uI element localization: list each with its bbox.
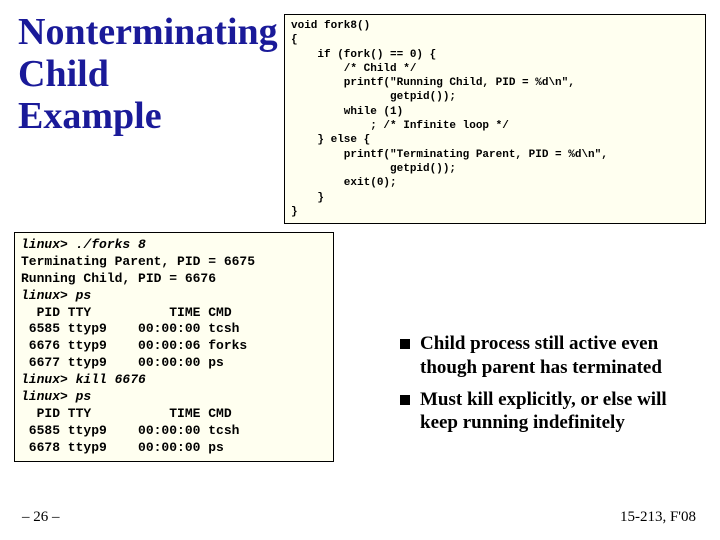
bullet-item: Must kill explicitly, or else will keep … bbox=[400, 388, 700, 436]
slide: Nonterminating Child Example void fork8(… bbox=[0, 0, 720, 540]
terminal-line: linux> ps bbox=[21, 288, 91, 303]
terminal-line: 6678 ttyp9 00:00:00 ps bbox=[21, 440, 224, 455]
title-line-2: Child bbox=[18, 53, 109, 95]
terminal-line: linux> kill 6676 bbox=[21, 372, 146, 387]
title-line-3: Example bbox=[18, 95, 162, 137]
title-line-1: Nonterminating bbox=[18, 11, 278, 53]
terminal-line: 6676 ttyp9 00:00:06 forks bbox=[21, 338, 247, 353]
bullet-square-icon bbox=[400, 339, 410, 349]
terminal-line: Terminating Parent, PID = 6675 bbox=[21, 254, 255, 269]
terminal-line: PID TTY TIME CMD bbox=[21, 406, 232, 421]
bullet-text: Child process still active even though p… bbox=[420, 332, 700, 380]
terminal-line: 6585 ttyp9 00:00:00 tcsh bbox=[21, 423, 239, 438]
terminal-line: linux> ps bbox=[21, 389, 91, 404]
bullet-text: Must kill explicitly, or else will keep … bbox=[420, 388, 700, 436]
terminal-line: 6677 ttyp9 00:00:00 ps bbox=[21, 355, 224, 370]
terminal-line: PID TTY TIME CMD bbox=[21, 305, 232, 320]
terminal-output: linux> ./forks 8 Terminating Parent, PID… bbox=[14, 232, 334, 462]
terminal-line: Running Child, PID = 6676 bbox=[21, 271, 216, 286]
course-id: 15-213, F'08 bbox=[620, 509, 696, 526]
code-block: void fork8() { if (fork() == 0) { /* Chi… bbox=[284, 14, 706, 224]
bullet-list: Child process still active even though p… bbox=[400, 332, 700, 443]
terminal-line: linux> ./forks 8 bbox=[21, 237, 146, 252]
bullet-item: Child process still active even though p… bbox=[400, 332, 700, 380]
bullet-square-icon bbox=[400, 395, 410, 405]
slide-title: Nonterminating Child Example bbox=[18, 12, 278, 137]
terminal-line: 6585 ttyp9 00:00:00 tcsh bbox=[21, 321, 239, 336]
page-number: – 26 – bbox=[22, 509, 60, 526]
